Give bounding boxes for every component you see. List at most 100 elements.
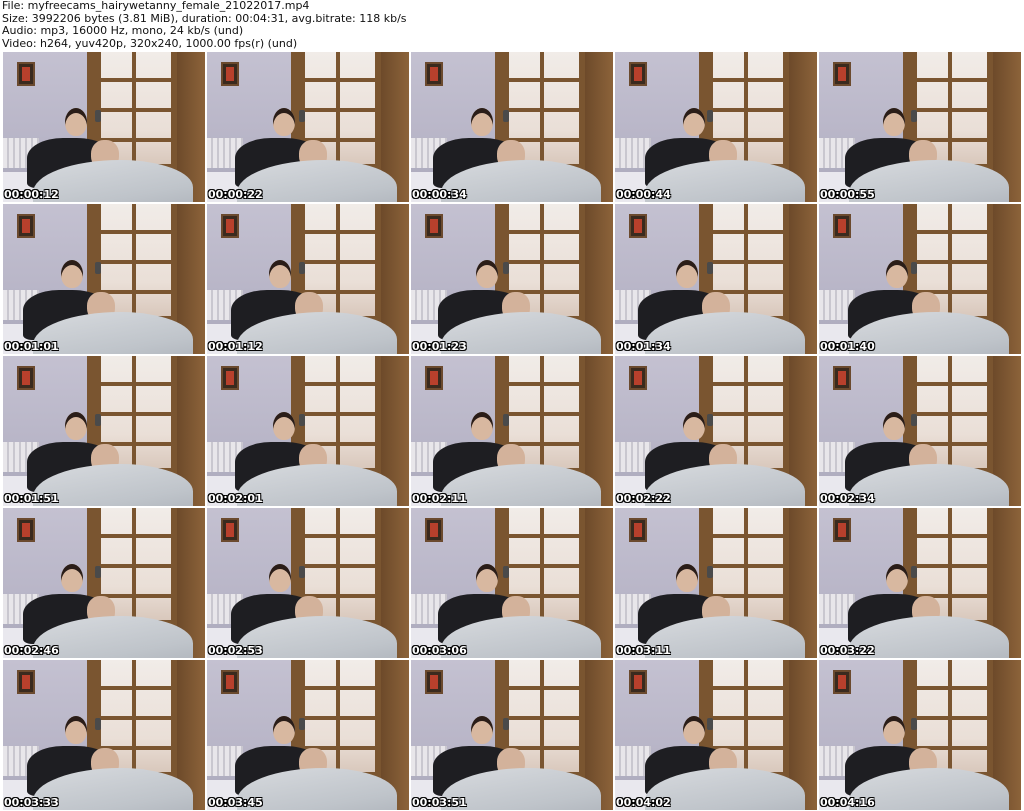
wall-picture-icon — [833, 518, 851, 542]
door-handle — [911, 414, 917, 426]
video-frame-thumbnail: 00:04:02 — [615, 660, 817, 810]
door-handle — [299, 110, 305, 122]
frame-timestamp: 00:03:22 — [820, 644, 875, 657]
wall-picture-icon — [221, 62, 239, 86]
video-frame-thumbnail: 00:00:55 — [819, 52, 1021, 202]
video-frame-thumbnail: 00:02:46 — [3, 508, 205, 658]
wall-picture-icon — [221, 518, 239, 542]
person-head — [61, 260, 83, 288]
video-frame-thumbnail: 00:03:51 — [411, 660, 613, 810]
door-handle — [503, 718, 509, 730]
person-head — [683, 716, 705, 744]
video-frame-thumbnail: 00:02:34 — [819, 356, 1021, 506]
video-frame-thumbnail: 00:03:22 — [819, 508, 1021, 658]
person-head — [676, 564, 698, 592]
video-frame-thumbnail: 00:01:51 — [3, 356, 205, 506]
door-handle — [707, 110, 713, 122]
video-frame-thumbnail: 00:00:44 — [615, 52, 817, 202]
person-head — [883, 716, 905, 744]
person-head — [61, 564, 83, 592]
wall-picture-icon — [17, 62, 35, 86]
frame-timestamp: 00:02:22 — [616, 492, 671, 505]
frame-timestamp: 00:04:02 — [616, 796, 671, 809]
video-frame-thumbnail: 00:04:16 — [819, 660, 1021, 810]
wall-picture-icon — [425, 214, 443, 238]
person-head — [683, 108, 705, 136]
frame-timestamp: 00:02:53 — [208, 644, 263, 657]
frame-timestamp: 00:00:44 — [616, 188, 671, 201]
frame-timestamp: 00:00:34 — [412, 188, 467, 201]
frame-timestamp: 00:02:34 — [820, 492, 875, 505]
person-head — [471, 108, 493, 136]
frame-timestamp: 00:04:16 — [820, 796, 875, 809]
frame-timestamp: 00:03:11 — [616, 644, 671, 657]
wall-picture-icon — [425, 518, 443, 542]
door-handle — [911, 566, 917, 578]
person-head — [471, 412, 493, 440]
thumbnail-grid: 00:00:12 00:00:22 00:00:34 00:00:44 00:00:55… — [2, 51, 1022, 811]
door-handle — [95, 414, 101, 426]
person-head — [273, 412, 295, 440]
video-frame-thumbnail: 00:01:34 — [615, 204, 817, 354]
door-handle — [911, 718, 917, 730]
audio-info-line: Audio: mp3, 16000 Hz, mono, 24 kb/s (und… — [2, 24, 244, 37]
wall-picture-icon — [17, 670, 35, 694]
file-name-line: File: myfreecams_hairywetanny_female_210… — [2, 0, 310, 12]
wall-picture-icon — [629, 214, 647, 238]
person-head — [273, 108, 295, 136]
frame-timestamp: 00:00:22 — [208, 188, 263, 201]
door-handle — [95, 262, 101, 274]
video-frame-thumbnail: 00:01:12 — [207, 204, 409, 354]
frame-timestamp: 00:03:51 — [412, 796, 467, 809]
video-frame-thumbnail: 00:02:01 — [207, 356, 409, 506]
frame-timestamp: 00:00:55 — [820, 188, 875, 201]
frame-timestamp: 00:03:45 — [208, 796, 263, 809]
wall-picture-icon — [425, 62, 443, 86]
person-head — [886, 260, 908, 288]
video-frame-thumbnail: 00:01:40 — [819, 204, 1021, 354]
door-handle — [299, 566, 305, 578]
wall-picture-icon — [425, 366, 443, 390]
wall-picture-icon — [221, 214, 239, 238]
frame-timestamp: 00:01:34 — [616, 340, 671, 353]
person-head — [65, 108, 87, 136]
door-handle — [503, 262, 509, 274]
door-handle — [503, 566, 509, 578]
person-head — [471, 716, 493, 744]
person-head — [273, 716, 295, 744]
wall-picture-icon — [833, 366, 851, 390]
wall-picture-icon — [425, 670, 443, 694]
frame-timestamp: 00:01:12 — [208, 340, 263, 353]
file-info-header: File: myfreecams_hairywetanny_female_210… — [2, 0, 1022, 50]
door-handle — [503, 110, 509, 122]
frame-timestamp: 00:03:33 — [4, 796, 59, 809]
door-handle — [707, 718, 713, 730]
frame-timestamp: 00:02:46 — [4, 644, 59, 657]
wall-picture-icon — [629, 366, 647, 390]
wall-picture-icon — [833, 214, 851, 238]
person-head — [269, 564, 291, 592]
video-frame-thumbnail: 00:02:11 — [411, 356, 613, 506]
video-frame-thumbnail: 00:00:34 — [411, 52, 613, 202]
door-handle — [911, 110, 917, 122]
wall-picture-icon — [221, 366, 239, 390]
wall-picture-icon — [17, 518, 35, 542]
frame-timestamp: 00:02:11 — [412, 492, 467, 505]
video-frame-thumbnail: 00:03:33 — [3, 660, 205, 810]
frame-timestamp: 00:01:23 — [412, 340, 467, 353]
person-head — [269, 260, 291, 288]
person-head — [676, 260, 698, 288]
wall-picture-icon — [17, 366, 35, 390]
frame-timestamp: 00:01:40 — [820, 340, 875, 353]
video-frame-thumbnail: 00:01:23 — [411, 204, 613, 354]
person-head — [883, 412, 905, 440]
wall-picture-icon — [221, 670, 239, 694]
door-handle — [707, 262, 713, 274]
wall-picture-icon — [17, 214, 35, 238]
person-head — [883, 108, 905, 136]
person-head — [65, 412, 87, 440]
person-head — [886, 564, 908, 592]
person-head — [65, 716, 87, 744]
door-handle — [95, 110, 101, 122]
door-handle — [95, 566, 101, 578]
